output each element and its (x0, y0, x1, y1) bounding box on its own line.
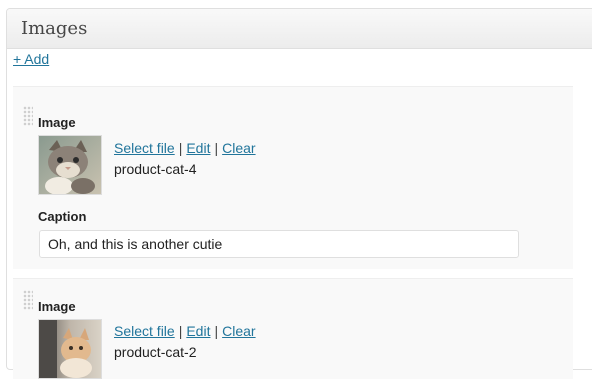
clear-link[interactable]: Clear (222, 323, 255, 339)
image-field-label: Image (38, 299, 76, 314)
edit-link[interactable]: Edit (186, 140, 210, 156)
clear-link[interactable]: Clear (222, 140, 255, 156)
image-filename: product-cat-2 (114, 344, 197, 360)
image-row: Image Select file | Edit | Clear product-cat… (13, 86, 573, 269)
drag-handle-icon[interactable] (23, 290, 33, 310)
action-separator: | (214, 140, 219, 156)
action-separator: | (178, 140, 183, 156)
image-thumbnail (38, 319, 102, 379)
action-separator: | (214, 323, 219, 339)
image-thumbnail (38, 135, 102, 195)
select-file-link[interactable]: Select file (114, 323, 175, 339)
caption-input[interactable] (39, 230, 519, 258)
image-filename: product-cat-4 (114, 161, 197, 177)
edit-link[interactable]: Edit (186, 323, 210, 339)
select-file-link[interactable]: Select file (114, 140, 175, 156)
image-actions: Select file | Edit | Clear (114, 323, 256, 339)
image-actions: Select file | Edit | Clear (114, 140, 256, 156)
add-image-link[interactable]: + Add (13, 51, 49, 67)
caption-label: Caption (38, 209, 87, 224)
action-separator: | (178, 323, 183, 339)
image-field-label: Image (38, 115, 76, 130)
image-row: Image Select file | Edit | Clear product-cat… (13, 278, 573, 379)
drag-handle-icon[interactable] (23, 106, 33, 126)
panel-title: Images (7, 9, 592, 49)
